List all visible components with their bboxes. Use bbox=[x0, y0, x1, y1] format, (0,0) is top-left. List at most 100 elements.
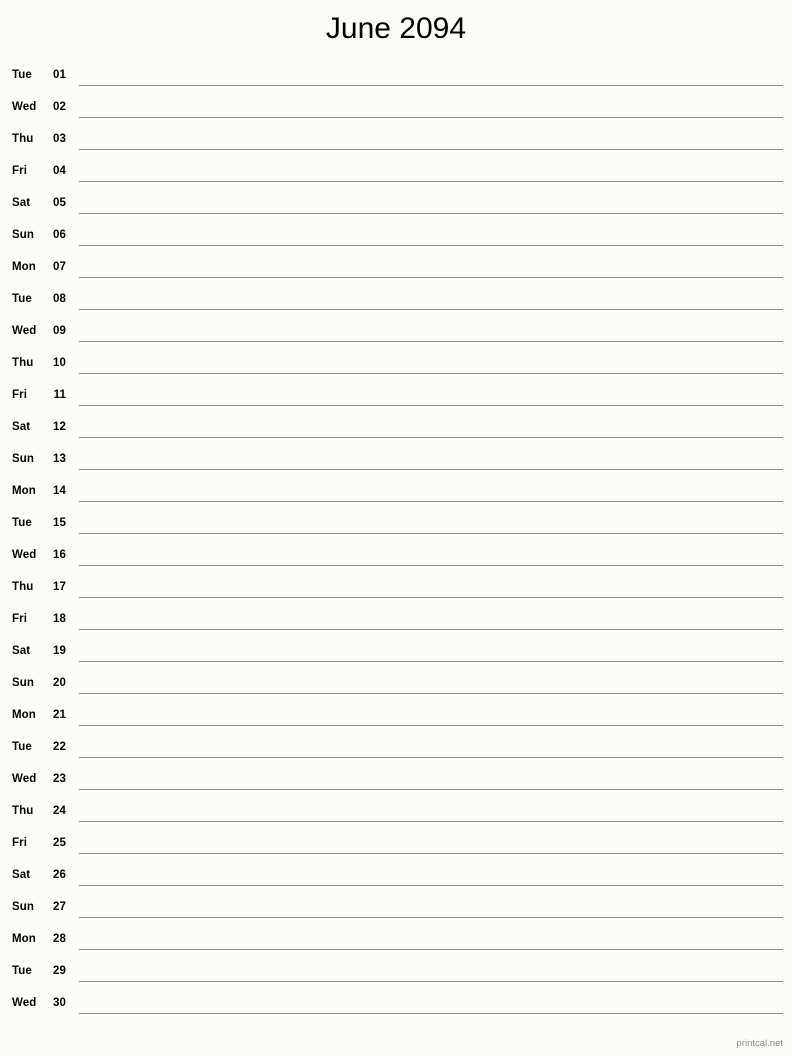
day-writing-line[interactable] bbox=[79, 213, 783, 214]
day-number-label: 05 bbox=[53, 197, 66, 209]
day-number-label: 11 bbox=[53, 389, 66, 401]
day-writing-line[interactable] bbox=[79, 469, 783, 470]
day-row[interactable]: Sun 20 bbox=[0, 669, 792, 701]
day-number-label: 02 bbox=[53, 101, 66, 113]
day-writing-line[interactable] bbox=[79, 533, 783, 534]
day-writing-line[interactable] bbox=[79, 597, 783, 598]
day-writing-line[interactable] bbox=[79, 245, 783, 246]
day-row[interactable]: Sat 05 bbox=[0, 189, 792, 221]
day-writing-line[interactable] bbox=[79, 565, 783, 566]
day-row[interactable]: Sun 06 bbox=[0, 221, 792, 253]
day-number-label: 10 bbox=[53, 357, 66, 369]
day-writing-line[interactable] bbox=[79, 789, 783, 790]
day-writing-line[interactable] bbox=[79, 1013, 783, 1014]
day-number-label: 04 bbox=[53, 165, 66, 177]
day-row[interactable]: Mon 28 bbox=[0, 925, 792, 957]
day-weekday-label: Sat bbox=[12, 197, 31, 209]
day-row[interactable]: Sat 12 bbox=[0, 413, 792, 445]
day-weekday-label: Sat bbox=[12, 421, 31, 433]
day-row[interactable]: Fri 25 bbox=[0, 829, 792, 861]
day-row[interactable]: Thu 10 bbox=[0, 349, 792, 381]
day-number-label: 22 bbox=[53, 741, 66, 753]
day-number-label: 20 bbox=[53, 677, 66, 689]
day-weekday-label: Tue bbox=[12, 741, 32, 753]
day-writing-line[interactable] bbox=[79, 181, 783, 182]
day-writing-line[interactable] bbox=[79, 885, 783, 886]
day-writing-line[interactable] bbox=[79, 725, 783, 726]
day-row[interactable]: Sat 26 bbox=[0, 861, 792, 893]
day-weekday-label: Sat bbox=[12, 645, 31, 657]
day-row[interactable]: Tue 29 bbox=[0, 957, 792, 989]
calendar-page: June 2094 Tue 01 Wed 02 Thu 03 Fri 04 Sat 05 Sun 06… bbox=[0, 0, 792, 1056]
day-row[interactable]: Thu 24 bbox=[0, 797, 792, 829]
day-writing-line[interactable] bbox=[79, 949, 783, 950]
day-number-label: 13 bbox=[53, 453, 66, 465]
day-weekday-label: Fri bbox=[12, 837, 27, 849]
day-writing-line[interactable] bbox=[79, 821, 783, 822]
day-weekday-label: Sat bbox=[12, 869, 31, 881]
day-writing-line[interactable] bbox=[79, 373, 783, 374]
page-title: June 2094 bbox=[325, 12, 467, 45]
day-row[interactable]: Fri 04 bbox=[0, 157, 792, 189]
day-writing-line[interactable] bbox=[79, 405, 783, 406]
day-writing-line[interactable] bbox=[79, 85, 783, 86]
day-row[interactable]: Wed 02 bbox=[0, 93, 792, 125]
day-writing-line[interactable] bbox=[79, 437, 783, 438]
day-number-label: 29 bbox=[53, 965, 66, 977]
day-writing-line[interactable] bbox=[79, 917, 783, 918]
day-number-label: 03 bbox=[53, 133, 66, 145]
day-writing-line[interactable] bbox=[79, 117, 783, 118]
day-weekday-label: Tue bbox=[12, 69, 32, 81]
day-row[interactable]: Tue 08 bbox=[0, 285, 792, 317]
day-row[interactable]: Thu 03 bbox=[0, 125, 792, 157]
day-number-label: 25 bbox=[53, 837, 66, 849]
day-number-label: 08 bbox=[53, 293, 66, 305]
day-number-label: 15 bbox=[53, 517, 66, 529]
day-row-list: Tue 01 Wed 02 Thu 03 Fri 04 Sat 05 Sun 06 Mon 07 Tue 08… bbox=[0, 61, 792, 1021]
day-number-label: 26 bbox=[53, 869, 66, 881]
day-row[interactable]: Tue 01 bbox=[0, 61, 792, 93]
day-number-label: 30 bbox=[53, 997, 66, 1009]
day-number-label: 17 bbox=[53, 581, 66, 593]
day-number-label: 06 bbox=[53, 229, 66, 241]
day-row[interactable]: Thu 17 bbox=[0, 573, 792, 605]
day-row[interactable]: Wed 16 bbox=[0, 541, 792, 573]
day-writing-line[interactable] bbox=[79, 629, 783, 630]
day-weekday-label: Fri bbox=[12, 613, 27, 625]
day-number-label: 23 bbox=[53, 773, 66, 785]
day-row[interactable]: Tue 22 bbox=[0, 733, 792, 765]
day-row[interactable]: Wed 23 bbox=[0, 765, 792, 797]
day-number-label: 14 bbox=[53, 485, 66, 497]
day-writing-line[interactable] bbox=[79, 309, 783, 310]
day-number-label: 01 bbox=[53, 69, 66, 81]
day-row[interactable]: Wed 09 bbox=[0, 317, 792, 349]
day-writing-line[interactable] bbox=[79, 693, 783, 694]
day-row[interactable]: Tue 15 bbox=[0, 509, 792, 541]
day-row[interactable]: Fri 18 bbox=[0, 605, 792, 637]
day-writing-line[interactable] bbox=[79, 277, 783, 278]
day-row[interactable]: Sun 27 bbox=[0, 893, 792, 925]
day-row[interactable]: Sat 19 bbox=[0, 637, 792, 669]
day-row[interactable]: Mon 14 bbox=[0, 477, 792, 509]
day-row[interactable]: Mon 21 bbox=[0, 701, 792, 733]
day-writing-line[interactable] bbox=[79, 341, 783, 342]
day-number-label: 27 bbox=[53, 901, 66, 913]
day-number-label: 24 bbox=[53, 805, 66, 817]
day-writing-line[interactable] bbox=[79, 853, 783, 854]
day-writing-line[interactable] bbox=[79, 501, 783, 502]
day-row[interactable]: Sun 13 bbox=[0, 445, 792, 477]
day-row[interactable]: Fri 11 bbox=[0, 381, 792, 413]
day-writing-line[interactable] bbox=[79, 757, 783, 758]
day-number-label: 28 bbox=[53, 933, 66, 945]
day-weekday-label: Tue bbox=[12, 965, 32, 977]
day-writing-line[interactable] bbox=[79, 981, 783, 982]
day-weekday-label: Fri bbox=[12, 389, 27, 401]
day-row[interactable]: Wed 30 bbox=[0, 989, 792, 1021]
day-number-label: 07 bbox=[53, 261, 66, 273]
day-writing-line[interactable] bbox=[79, 661, 783, 662]
day-writing-line[interactable] bbox=[79, 149, 783, 150]
footer-credit: printcal.net bbox=[736, 1038, 783, 1049]
day-row[interactable]: Mon 07 bbox=[0, 253, 792, 285]
day-number-label: 16 bbox=[53, 549, 66, 561]
day-weekday-label: Tue bbox=[12, 517, 32, 529]
